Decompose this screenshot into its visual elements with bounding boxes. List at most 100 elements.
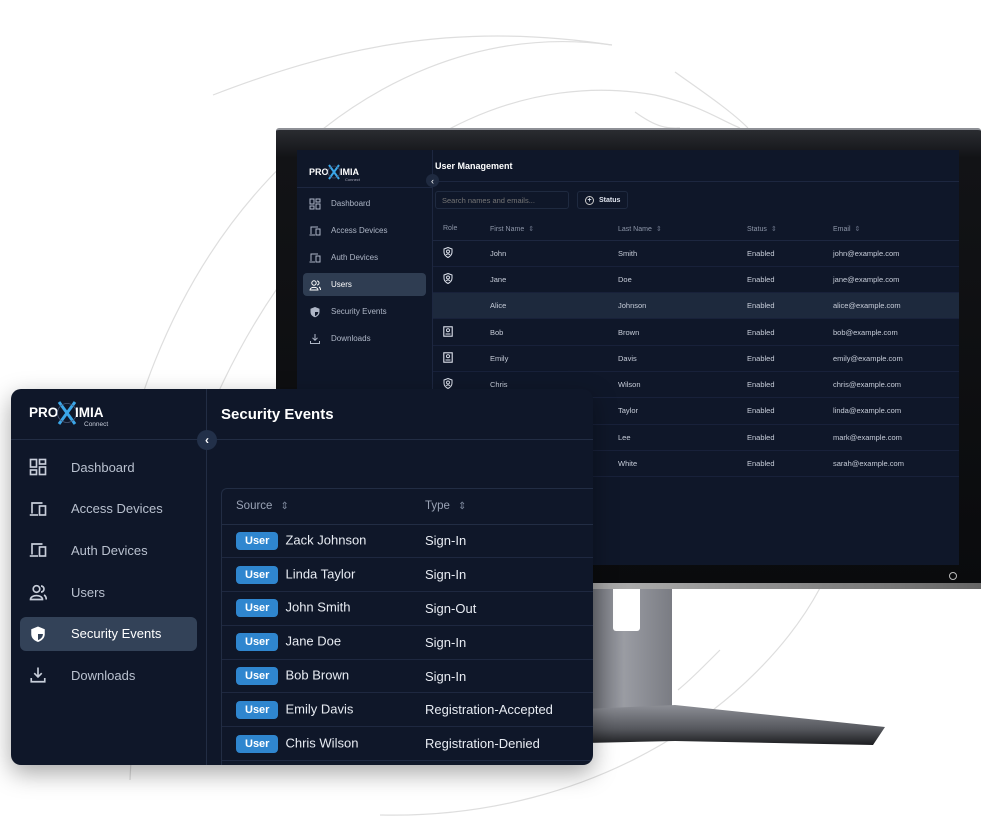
sidebar-item-dashboard[interactable]: Dashboard	[303, 192, 426, 215]
source-type-badge: User	[236, 633, 279, 652]
page-title: Security Events	[207, 389, 593, 440]
sidebar: PRO IMIA Connect ‹ Dashboard Access Devi…	[11, 389, 217, 765]
sidebar-nav: Dashboard Access Devices Auth Devices Us…	[11, 440, 206, 710]
id-badge-icon	[443, 325, 453, 339]
table-row[interactable]: User Jane Doe Sign-In	[222, 625, 593, 660]
last-name-cell: Wilson	[618, 371, 747, 399]
collapse-sidebar-button[interactable]: ‹	[426, 174, 439, 187]
shield-user-icon	[443, 246, 453, 260]
email-cell: john@example.com	[833, 240, 959, 267]
email-cell: alice@example.com	[833, 292, 959, 320]
first-name-cell: Jane	[490, 266, 618, 294]
sidebar-item-label: Security Events	[71, 626, 162, 642]
sort-icon: ⇕	[528, 225, 535, 233]
status-cell: Enabled	[747, 240, 833, 267]
event-type-cell: Sign-In	[425, 557, 593, 593]
source-name: Linda Taylor	[285, 566, 356, 582]
table-row[interactable]: Emily Davis Enabled emily@example.com	[433, 345, 959, 372]
events-table: Source ⇕ Type ⇕ User Zack Johnson Sign-In Use…	[222, 489, 593, 762]
source-name: Bob Brown	[285, 667, 350, 683]
table-row[interactable]: John Smith Enabled john@example.com	[433, 240, 959, 267]
marketing-composite: PRO IMIA Connect ‹ Dashboard Access Devi…	[0, 0, 1000, 827]
shield-user-icon	[443, 272, 453, 286]
status-cell: Enabled	[747, 371, 833, 399]
email-cell: emily@example.com	[833, 345, 959, 372]
last-name-cell: Smith	[618, 240, 747, 267]
role-cell	[433, 266, 490, 294]
table-row[interactable]: User Emily Davis Registration-Accepted	[222, 692, 593, 728]
sidebar-item-security-events[interactable]: Security Events	[303, 300, 426, 323]
svg-text:IMIA: IMIA	[340, 167, 359, 177]
sidebar-item-downloads[interactable]: Downloads	[20, 658, 197, 692]
sidebar-item-label: Auth Devices	[331, 253, 379, 262]
sidebar-item-auth-devices[interactable]: Auth Devices	[20, 533, 197, 567]
sidebar-item-label: Dashboard	[331, 199, 371, 208]
column-header-status[interactable]: Status ⇕	[747, 218, 833, 241]
download-icon	[29, 666, 47, 684]
table-row[interactable]: User Zack Johnson Sign-In	[222, 524, 593, 559]
source-name: Zack Johnson	[285, 532, 367, 548]
last-name-cell: Doe	[618, 266, 747, 294]
column-header-email[interactable]: Email ⇕	[833, 218, 959, 241]
power-button-icon	[949, 572, 957, 580]
source-cell: User John Smith	[222, 591, 425, 626]
last-name-cell: Lee	[618, 424, 747, 451]
devices-icon	[309, 225, 321, 237]
column-header-role: Role	[433, 218, 490, 241]
email-cell: linda@example.com	[833, 397, 959, 425]
table-row[interactable]: User John Smith Sign-Out	[222, 591, 593, 626]
role-cell	[433, 345, 490, 372]
sidebar-item-downloads[interactable]: Downloads	[303, 327, 426, 350]
svg-text:Connect: Connect	[84, 421, 108, 428]
table-row[interactable]: Jane Doe Enabled jane@example.com	[433, 266, 959, 294]
sidebar-item-label: Users	[71, 584, 105, 600]
sidebar-item-users[interactable]: Users	[303, 273, 426, 296]
sort-icon: ⇕	[854, 225, 861, 233]
sidebar-item-access-devices[interactable]: Access Devices	[303, 219, 426, 242]
table-header-row: Source ⇕ Type ⇕	[222, 489, 593, 525]
table-row[interactable]: Bob Brown Enabled bob@example.com	[433, 318, 959, 346]
sidebar-item-security-events[interactable]: Security Events	[20, 616, 197, 651]
source-type-badge: User	[236, 531, 279, 550]
sidebar-item-label: Security Events	[331, 307, 387, 316]
table-row[interactable]: User Chris Wilson Registration-Denied	[222, 726, 593, 762]
page-title: User Management	[433, 150, 959, 182]
sort-icon: ⇕	[457, 501, 467, 513]
sidebar-nav: Dashboard Access Devices Auth Devices Us…	[297, 188, 432, 358]
column-header-first-name[interactable]: First Name ⇕	[490, 218, 618, 241]
sidebar-item-users[interactable]: Users	[20, 575, 197, 609]
column-header-type[interactable]: Type ⇕	[425, 489, 593, 525]
id-badge-icon	[443, 352, 453, 365]
table-row[interactable]: Alice Johnson Enabled alice@example.com	[433, 292, 959, 320]
sidebar-item-label: Access Devices	[331, 226, 388, 235]
table-row[interactable]: User Bob Brown Sign-In	[222, 659, 593, 694]
sidebar-item-label: Auth Devices	[71, 542, 148, 558]
sidebar-item-label: Users	[331, 280, 352, 289]
source-cell: User Emily Davis	[222, 692, 425, 728]
event-type-cell: Sign-In	[425, 524, 593, 559]
first-name-cell: Alice	[490, 292, 618, 320]
email-cell: mark@example.com	[833, 424, 959, 451]
dashboard-icon	[309, 198, 321, 210]
search-input[interactable]	[435, 191, 569, 209]
sidebar-item-dashboard[interactable]: Dashboard	[20, 450, 197, 484]
collapse-sidebar-button[interactable]: ‹	[197, 430, 217, 450]
table-row[interactable]: User Linda Taylor Sign-In	[222, 557, 593, 593]
status-filter-button[interactable]: + Status	[577, 191, 629, 209]
security-events-panel: PRO IMIA Connect ‹ Dashboard Access Devi…	[11, 389, 593, 765]
source-type-badge: User	[236, 700, 279, 719]
source-name: John Smith	[285, 599, 351, 615]
column-header-last-name[interactable]: Last Name ⇕	[618, 218, 747, 241]
sidebar-item-access-devices[interactable]: Access Devices	[20, 492, 197, 526]
svg-text:IMIA: IMIA	[75, 405, 104, 420]
column-header-source[interactable]: Source ⇕	[222, 489, 425, 525]
devices-icon	[29, 541, 47, 559]
status-cell: Enabled	[747, 292, 833, 320]
events-table-container: Source ⇕ Type ⇕ User Zack Johnson Sign-In Use…	[221, 488, 593, 765]
status-cell: Enabled	[747, 266, 833, 294]
role-cell	[433, 240, 490, 267]
shield-icon	[29, 625, 47, 643]
svg-text:PRO: PRO	[29, 405, 58, 420]
sidebar-item-auth-devices[interactable]: Auth Devices	[303, 246, 426, 269]
shield-icon	[309, 306, 321, 318]
